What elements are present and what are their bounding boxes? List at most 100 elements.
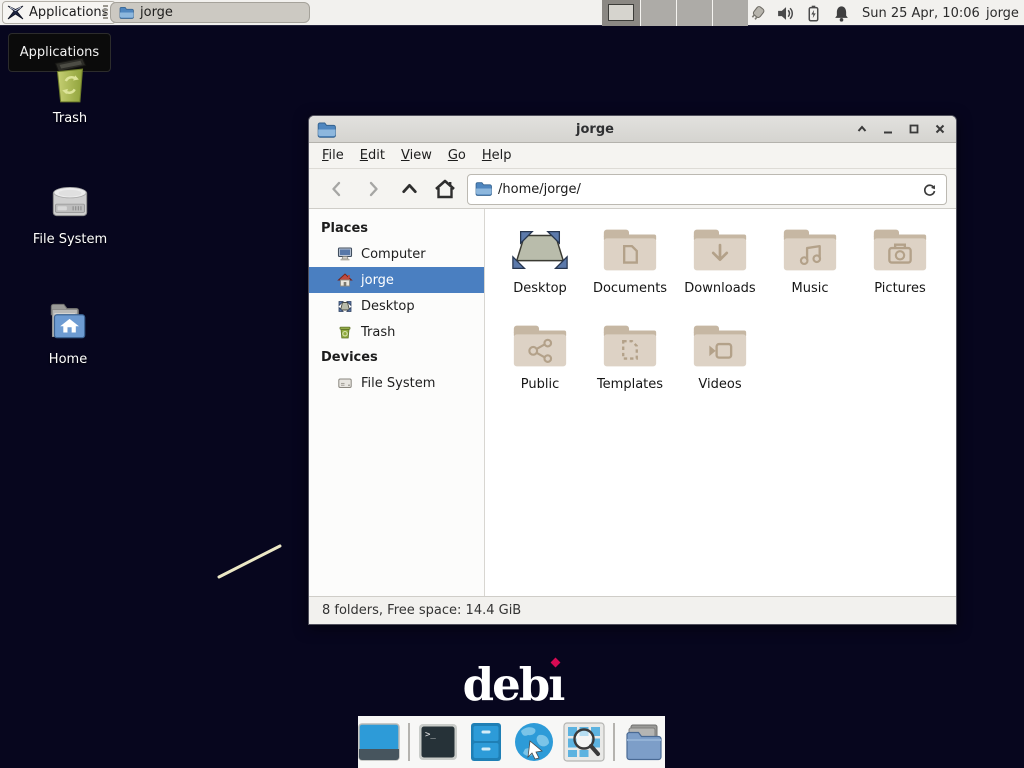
folder-downloads-icon [689,223,751,277]
sidebar-item-trash[interactable]: Trash [309,319,484,345]
statusbar-text: 8 folders, Free space: 14.4 GiB [322,603,521,618]
file-item-public[interactable]: Public [495,319,585,415]
folder-pictures-icon [869,223,931,277]
file-label: Templates [597,377,663,392]
folder-music-icon [779,223,841,277]
svg-text:>_: >_ [425,730,436,740]
home-button[interactable] [427,174,463,204]
dock-file-manager-button[interactable] [466,721,505,763]
menubar: File Edit View Go Help [309,143,956,169]
harddrive-icon [45,176,95,226]
file-cabinet-icon [469,722,503,762]
watermark-text: deb [463,658,549,711]
desktop-icon-trash[interactable]: Trash [15,55,125,126]
desktop-icon-label: Home [49,352,87,367]
menu-file[interactable]: File [314,143,352,169]
folder-icon [119,6,134,19]
chevron-up-icon [856,123,868,135]
battery-charging-icon[interactable] [804,4,823,23]
folder-public-icon [509,319,571,373]
workspace-2[interactable] [640,0,676,26]
dock-show-desktop-button[interactable] [358,721,400,763]
file-item-videos[interactable]: Videos [675,319,765,415]
folder-videos-icon [689,319,751,373]
terminal-icon: >_ [418,723,458,761]
dock-terminal-button[interactable]: >_ [418,721,458,763]
workspace-4[interactable] [712,0,748,26]
panel-username: jorge [986,0,1019,26]
applications-button-label: Applications [29,5,108,20]
sidebar-item-jorge[interactable]: jorge [309,267,484,293]
path-folder-icon [475,181,492,196]
maximize-icon [908,123,920,135]
chevron-up-icon [400,179,419,198]
bottom-dock: >_ [358,716,665,768]
file-item-desktop[interactable]: Desktop [495,223,585,319]
drive-small-icon [337,375,353,391]
desktop-special-icon [509,223,571,277]
toolbar [309,169,956,209]
sidebar-item-computer[interactable]: Computer [309,241,484,267]
taskbar-item-jorge[interactable]: jorge [110,2,310,23]
panel-grip-handle[interactable] [103,5,108,21]
web-browser-globe-icon [513,721,555,763]
sidebar-item-desktop[interactable]: Desktop [309,293,484,319]
sidebar-item-label: Desktop [361,299,415,314]
path-input[interactable] [467,174,947,205]
dock-directory-button[interactable] [623,721,665,763]
menu-edit[interactable]: Edit [352,143,393,169]
menu-view[interactable]: View [393,143,440,169]
shade-button[interactable] [854,121,870,137]
dock-separator [613,723,615,761]
watermark-i: ı [548,658,563,711]
panel-clock[interactable]: Sun 25 Apr, 10:06 [862,0,980,26]
file-item-downloads[interactable]: Downloads [675,223,765,319]
forward-button[interactable] [355,174,391,204]
desktop-icon-home[interactable]: Home [13,296,123,367]
xfce-logo-icon [7,4,24,21]
app-finder-icon [563,722,605,762]
file-grid: Desktop Documents [485,209,956,596]
file-item-pictures[interactable]: Pictures [855,223,945,319]
workspace-1[interactable] [602,0,640,26]
ac-adapter-icon[interactable] [748,4,767,23]
applications-button[interactable]: Applications [2,1,116,24]
file-item-music[interactable]: Music [765,223,855,319]
minimize-button[interactable] [880,121,896,137]
notifications-bell-icon[interactable] [832,4,851,23]
window-folder-icon [317,121,336,138]
workspace-3[interactable] [676,0,712,26]
sidebar-item-file-system[interactable]: File System [309,370,484,396]
volume-icon[interactable] [776,4,795,23]
sidebar-item-label: File System [361,376,435,391]
statusbar: 8 folders, Free space: 14.4 GiB [309,596,956,624]
menu-go[interactable]: Go [440,143,474,169]
folder-documents-icon [599,223,661,277]
close-button[interactable] [932,121,948,137]
trash-small-icon [337,324,353,340]
reload-button[interactable] [917,179,941,201]
file-label: Documents [593,281,667,296]
dock-separator [408,723,410,761]
desktop-icon-file-system[interactable]: File System [15,176,125,247]
back-button[interactable] [319,174,355,204]
home-icon [337,272,353,288]
desktop-icon-label: File System [33,232,107,247]
window-titlebar[interactable]: jorge [309,116,956,143]
desktop-icon-label: Trash [53,111,87,126]
chevron-left-icon [328,180,346,198]
sidebar-item-label: Trash [361,325,395,340]
minimize-icon [882,123,894,135]
up-button[interactable] [391,174,427,204]
taskbar-item-label: jorge [140,5,173,20]
sidebar-item-label: jorge [361,273,394,288]
file-item-documents[interactable]: Documents [585,223,675,319]
file-label: Desktop [513,281,567,296]
file-item-templates[interactable]: Templates [585,319,675,415]
path-bar [467,174,947,205]
maximize-button[interactable] [906,121,922,137]
menu-help[interactable]: Help [474,143,520,169]
workspace-window-thumbnail [608,4,634,21]
dock-web-browser-button[interactable] [513,721,555,763]
dock-app-finder-button[interactable] [563,721,605,763]
